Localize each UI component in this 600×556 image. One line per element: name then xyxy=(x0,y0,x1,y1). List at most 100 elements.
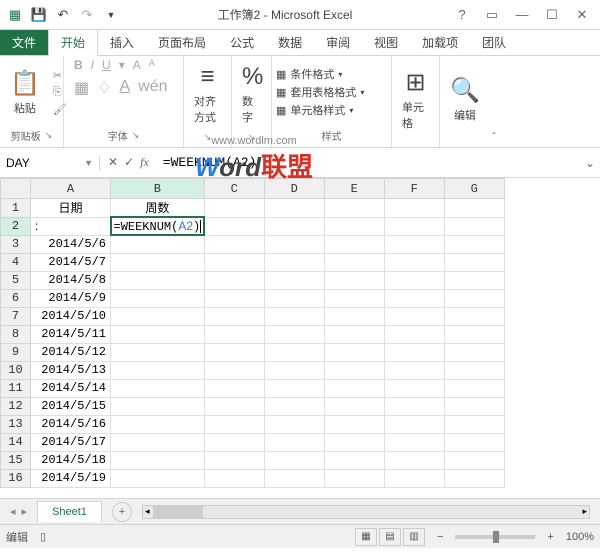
scroll-left-icon[interactable]: ◂ xyxy=(145,506,150,517)
row-header-14[interactable]: 14 xyxy=(1,433,31,451)
row-header-15[interactable]: 15 xyxy=(1,451,31,469)
italic-button[interactable]: I xyxy=(91,58,94,72)
cell-F9[interactable] xyxy=(384,343,444,361)
format-table-button[interactable]: ▦套用表格格式▾ xyxy=(276,84,364,100)
cell-G4[interactable] xyxy=(444,253,504,271)
font-size-increase-icon[interactable]: A xyxy=(133,58,141,72)
zoom-out-icon[interactable]: − xyxy=(437,531,443,543)
tab-插入[interactable]: 插入 xyxy=(98,30,146,55)
font-color-icon[interactable]: A xyxy=(119,78,130,98)
cell-A2[interactable]: : xyxy=(31,217,111,235)
cell-D4[interactable] xyxy=(264,253,324,271)
cell-E1[interactable] xyxy=(324,199,384,218)
cell-G7[interactable] xyxy=(444,307,504,325)
row-header-10[interactable]: 10 xyxy=(1,361,31,379)
ribbon-options-icon[interactable]: ▭ xyxy=(478,4,506,26)
cell-D16[interactable] xyxy=(264,469,324,487)
cell-G15[interactable] xyxy=(444,451,504,469)
cell-D13[interactable] xyxy=(264,415,324,433)
row-header-12[interactable]: 12 xyxy=(1,397,31,415)
cell-E8[interactable] xyxy=(324,325,384,343)
tab-prev-icon[interactable]: ◂ xyxy=(10,505,16,518)
cell-B11[interactable] xyxy=(111,379,205,397)
cell-F11[interactable] xyxy=(384,379,444,397)
row-header-3[interactable]: 3 xyxy=(1,235,31,253)
cell-A9[interactable]: 2014/5/12 xyxy=(31,343,111,361)
cell-D10[interactable] xyxy=(264,361,324,379)
cell-F5[interactable] xyxy=(384,271,444,289)
cell-G14[interactable] xyxy=(444,433,504,451)
horizontal-scrollbar[interactable]: ◂▸ xyxy=(142,505,590,519)
zoom-in-icon[interactable]: + xyxy=(547,531,553,543)
cell-style-button[interactable]: ▦单元格样式▾ xyxy=(276,102,364,118)
cell-B7[interactable] xyxy=(111,307,205,325)
cell-B2[interactable]: =WEEKNUM(A2) xyxy=(111,217,205,235)
bold-button[interactable]: B xyxy=(74,58,83,72)
cell-B16[interactable] xyxy=(111,469,205,487)
view-pagebreak-button[interactable]: ▥ xyxy=(403,528,425,546)
cell-A11[interactable]: 2014/5/14 xyxy=(31,379,111,397)
cell-D5[interactable] xyxy=(264,271,324,289)
cell-C14[interactable] xyxy=(204,433,264,451)
cell-B4[interactable] xyxy=(111,253,205,271)
cell-G5[interactable] xyxy=(444,271,504,289)
paste-button[interactable]: 📋 粘贴 xyxy=(4,67,46,118)
zoom-slider[interactable] xyxy=(455,535,535,539)
row-header-11[interactable]: 11 xyxy=(1,379,31,397)
cell-C6[interactable] xyxy=(204,289,264,307)
cancel-formula-icon[interactable]: ✕ xyxy=(108,155,118,170)
cell-B3[interactable] xyxy=(111,235,205,253)
cell-A6[interactable]: 2014/5/9 xyxy=(31,289,111,307)
cell-A7[interactable]: 2014/5/10 xyxy=(31,307,111,325)
cell-C4[interactable] xyxy=(204,253,264,271)
view-layout-button[interactable]: ▤ xyxy=(379,528,401,546)
cell-B13[interactable] xyxy=(111,415,205,433)
fx-icon[interactable]: fx xyxy=(140,155,149,170)
cell-G8[interactable] xyxy=(444,325,504,343)
cell-C13[interactable] xyxy=(204,415,264,433)
add-sheet-button[interactable]: + xyxy=(112,502,132,522)
cell-G12[interactable] xyxy=(444,397,504,415)
cell-B10[interactable] xyxy=(111,361,205,379)
cell-C5[interactable] xyxy=(204,271,264,289)
tab-视图[interactable]: 视图 xyxy=(362,30,410,55)
cell-G13[interactable] xyxy=(444,415,504,433)
row-header-16[interactable]: 16 xyxy=(1,469,31,487)
cell-A1[interactable]: 日期 xyxy=(31,199,111,218)
undo-icon[interactable]: ↶ xyxy=(52,4,74,26)
tab-公式[interactable]: 公式 xyxy=(218,30,266,55)
border-icon[interactable]: ▦ xyxy=(74,78,89,98)
cell-C12[interactable] xyxy=(204,397,264,415)
col-header-D[interactable]: D xyxy=(264,179,324,199)
col-header-C[interactable]: C xyxy=(204,179,264,199)
collapse-ribbon-icon[interactable]: ˆ xyxy=(492,132,495,143)
cell-F4[interactable] xyxy=(384,253,444,271)
cell-A15[interactable]: 2014/5/18 xyxy=(31,451,111,469)
cell-D9[interactable] xyxy=(264,343,324,361)
cell-F1[interactable] xyxy=(384,199,444,218)
cell-F7[interactable] xyxy=(384,307,444,325)
cell-G6[interactable] xyxy=(444,289,504,307)
excel-icon[interactable]: ▦ xyxy=(4,4,26,26)
minimize-icon[interactable]: — xyxy=(508,4,536,26)
select-all-corner[interactable] xyxy=(1,179,31,199)
tab-审阅[interactable]: 审阅 xyxy=(314,30,362,55)
close-icon[interactable]: ✕ xyxy=(568,4,596,26)
row-header-2[interactable]: 2 xyxy=(1,217,31,235)
align-button[interactable]: ≡对齐方式 xyxy=(188,61,227,127)
cell-D15[interactable] xyxy=(264,451,324,469)
cell-C16[interactable] xyxy=(204,469,264,487)
cell-G2[interactable] xyxy=(444,217,504,235)
cell-C7[interactable] xyxy=(204,307,264,325)
cell-C3[interactable] xyxy=(204,235,264,253)
name-box[interactable]: DAY▼ xyxy=(0,156,100,170)
underline-button[interactable]: U xyxy=(102,58,111,72)
cell-A3[interactable]: 2014/5/6 xyxy=(31,235,111,253)
row-header-13[interactable]: 13 xyxy=(1,415,31,433)
cell-A13[interactable]: 2014/5/16 xyxy=(31,415,111,433)
cell-A12[interactable]: 2014/5/15 xyxy=(31,397,111,415)
font-size-decrease-icon[interactable]: A xyxy=(149,58,155,72)
cell-E7[interactable] xyxy=(324,307,384,325)
row-header-8[interactable]: 8 xyxy=(1,325,31,343)
row-header-1[interactable]: 1 xyxy=(1,199,31,218)
